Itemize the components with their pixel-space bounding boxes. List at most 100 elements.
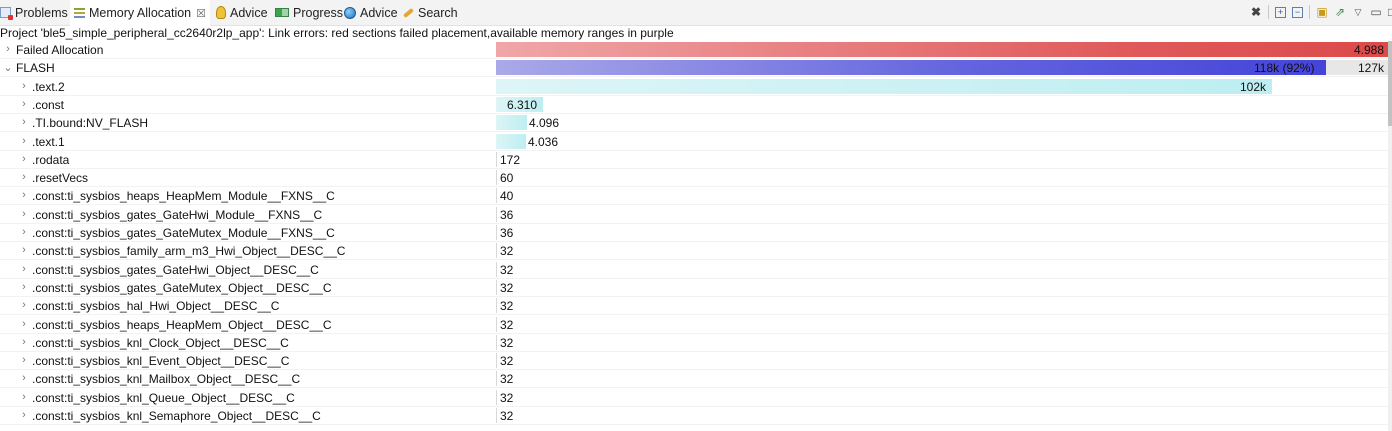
expand-all-icon[interactable]: + [1275, 6, 1286, 18]
expand-chevron-icon[interactable]: › [19, 372, 29, 384]
allocation-size-value: 32 [500, 335, 514, 350]
remove-all-icon[interactable]: ✖ [1250, 6, 1262, 18]
view-menu-icon[interactable]: ▽ [1352, 6, 1364, 18]
export-icon[interactable]: ⇗ [1334, 6, 1346, 18]
expand-chevron-icon[interactable]: › [19, 263, 29, 275]
allocation-bar-area: 6.310 [496, 96, 1390, 112]
tab-advice-2[interactable]: Advice [344, 0, 398, 25]
expand-chevron-icon[interactable]: › [19, 299, 29, 311]
tree-row[interactable]: › .const:ti_sysbios_gates_GateMutex_Modul… [0, 224, 1392, 242]
expand-chevron-icon[interactable]: › [19, 391, 29, 403]
tree-row[interactable]: › .const:ti_sysbios_hal_Hwi_Object__DESC_… [0, 297, 1392, 316]
allocation-bar-area: 36 [496, 206, 1390, 222]
expand-chevron-icon[interactable]: › [19, 171, 29, 183]
tree-row[interactable]: › .const:ti_sysbios_gates_GateHwi_Module_… [0, 206, 1392, 224]
tree-row[interactable]: › .const:ti_sysbios_gates_GateMutex_Objec… [0, 279, 1392, 297]
problems-icon [0, 7, 13, 20]
close-tab-icon[interactable]: ☒ [196, 7, 206, 20]
expand-chevron-icon[interactable]: › [19, 226, 29, 238]
allocation-size-value: 36 [500, 226, 514, 240]
allocation-bar-area: 40 [496, 188, 1390, 204]
tree-row-label: .const:ti_sysbios_knl_Clock_Object__DESC… [32, 335, 289, 350]
allocation-size-value: 32 [500, 299, 514, 314]
tree-row[interactable]: › .resetVecs 60 [0, 169, 1392, 188]
row-divider [0, 424, 1392, 425]
expand-chevron-icon[interactable]: › [19, 208, 29, 220]
tree-row-label: .const:ti_sysbios_family_arm_m3_Hwi_Obje… [32, 244, 346, 259]
expand-chevron-icon[interactable]: › [19, 116, 29, 128]
expand-chevron-icon[interactable]: › [3, 43, 13, 55]
tree-row-label: .const:ti_sysbios_knl_Event_Object__DESC… [32, 354, 290, 369]
expand-chevron-icon[interactable]: › [19, 135, 29, 147]
flash-capacity-value: 127k [1357, 61, 1384, 76]
tree-row[interactable]: › .const:ti_sysbios_knl_Mailbox_Object__D… [0, 370, 1392, 389]
tree-row[interactable]: › .text.1 4.036 [0, 133, 1392, 151]
toolbar-separator [1309, 5, 1310, 19]
tree-row[interactable]: › .rodata 172 [0, 151, 1392, 169]
allocation-bar-area: 32 [496, 298, 1390, 314]
allocation-size-value: 32 [500, 372, 514, 387]
tree-row[interactable]: › .const 6.310 [0, 96, 1392, 114]
tree-row[interactable]: › .const:ti_sysbios_knl_Clock_Object__DES… [0, 334, 1392, 352]
collapse-all-icon[interactable]: − [1292, 6, 1303, 18]
expand-chevron-icon[interactable]: › [19, 80, 29, 92]
expand-chevron-icon[interactable]: › [19, 409, 29, 421]
toolbar-separator [1268, 5, 1269, 19]
expand-chevron-icon[interactable]: › [19, 354, 29, 366]
allocation-bar-area: 32 [496, 279, 1390, 295]
allocation-bar-area: 32 [496, 353, 1390, 369]
minimize-icon[interactable]: ▭ [1370, 6, 1382, 18]
allocation-size-value: 6.310 [507, 97, 538, 112]
allocation-size-value: 32 [500, 280, 514, 295]
section-size-bar [496, 334, 497, 350]
search-icon [402, 7, 414, 19]
tree-row[interactable]: › .text.2 102k [0, 78, 1392, 96]
tree-row[interactable]: › .const:ti_sysbios_gates_GateHwi_Object_… [0, 261, 1392, 279]
tree-row[interactable]: › Failed Allocation 4.988 [0, 41, 1392, 59]
tab-label: Search [418, 5, 458, 20]
allocation-size-value: 32 [500, 262, 514, 277]
allocation-size-value: 32 [500, 354, 514, 369]
expand-chevron-icon[interactable]: › [19, 336, 29, 348]
expand-chevron-icon[interactable]: › [19, 153, 29, 165]
maximize-icon[interactable]: □ [1388, 6, 1392, 18]
tab-advice[interactable]: Advice [216, 0, 268, 25]
expand-chevron-icon[interactable]: › [19, 189, 29, 201]
section-size-bar [496, 261, 497, 277]
lightbulb-icon [216, 6, 226, 19]
memory-allocation-icon [74, 8, 85, 18]
scrollbar-thumb[interactable] [1388, 41, 1392, 126]
tree-row-label: .const:ti_sysbios_gates_GateMutex_Module… [32, 226, 335, 240]
tab-problems[interactable]: Problems [0, 0, 68, 25]
tree-row[interactable]: › .const:ti_sysbios_heaps_HeapMem_Module_… [0, 187, 1392, 206]
progress-icon [275, 8, 289, 17]
allocation-size-value: 32 [500, 390, 514, 405]
view-tab-bar: Problems Memory Allocation ☒ Advice Prog… [0, 0, 1392, 26]
tab-memory-allocation[interactable]: Memory Allocation ☒ [70, 0, 210, 26]
tree-row[interactable]: › .TI.bound:NV_FLASH 4.096 [0, 114, 1392, 133]
tree-row[interactable]: › .const:ti_sysbios_family_arm_m3_Hwi_Obj… [0, 242, 1392, 261]
expand-chevron-icon[interactable]: › [19, 98, 29, 110]
tree-row[interactable]: › .const:ti_sysbios_knl_Queue_Object__DES… [0, 389, 1392, 407]
section-size-bar [496, 78, 1272, 94]
new-view-icon[interactable]: ▣ [1316, 6, 1328, 18]
allocation-bar-area: 32 [496, 243, 1390, 259]
allocation-bar-area: 32 [496, 334, 1390, 350]
allocation-bar-area: 4.988 [496, 42, 1390, 57]
expand-chevron-icon[interactable]: › [19, 281, 29, 293]
section-size-bar [496, 279, 497, 295]
view-toolbar: ✖ + − ▣ ⇗ ▽ ▭ □ [1250, 4, 1392, 20]
tree-row[interactable]: ⌄ FLASH 118k (92%) 127k [0, 59, 1392, 78]
tree-row-label: .const:ti_sysbios_knl_Mailbox_Object__DE… [32, 372, 301, 387]
tree-row[interactable]: › .const:ti_sysbios_knl_Semaphore_Object_… [0, 407, 1392, 425]
expand-chevron-icon[interactable]: › [19, 244, 29, 256]
expand-chevron-icon[interactable]: › [19, 318, 29, 330]
tree-row[interactable]: › .const:ti_sysbios_heaps_HeapMem_Object_… [0, 316, 1392, 334]
collapse-chevron-icon[interactable]: ⌄ [3, 61, 13, 74]
failed-allocation-bar [496, 42, 1390, 57]
tab-search[interactable]: Search [402, 0, 458, 25]
section-size-bar [496, 133, 526, 149]
tree-row[interactable]: › .const:ti_sysbios_knl_Event_Object__DES… [0, 352, 1392, 371]
tab-label: Advice [230, 5, 268, 20]
tab-progress[interactable]: Progress [275, 0, 343, 25]
